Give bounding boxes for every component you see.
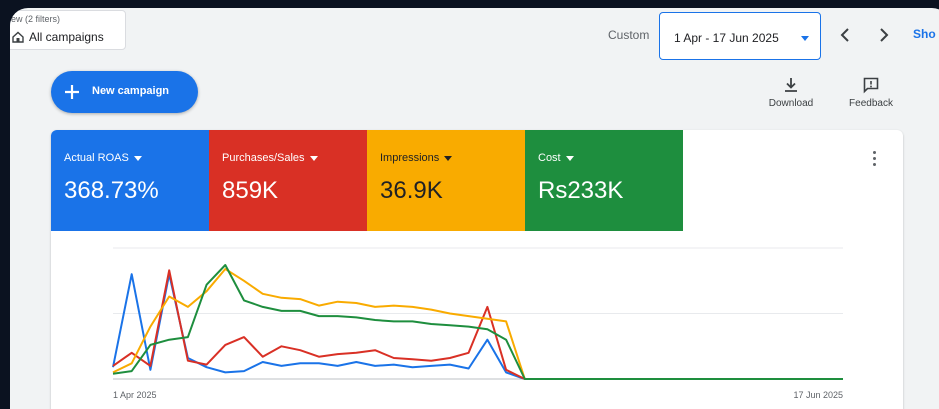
date-range-value: 1 Apr - 17 Jun 2025 — [674, 31, 779, 45]
dropdown-caret-icon — [801, 36, 809, 41]
performance-line-chart: 1 Apr 2025 17 Jun 2025 — [112, 247, 843, 400]
metric-name: Cost — [538, 152, 574, 164]
dropdown-caret-icon — [565, 155, 574, 161]
x-axis-start-label: 1 Apr 2025 — [113, 390, 157, 400]
metric-value: 368.73% — [64, 177, 159, 204]
metric-name: Impressions — [380, 152, 453, 164]
new-campaign-button[interactable]: New campaign — [51, 71, 198, 113]
home-icon — [12, 31, 24, 43]
next-period-button[interactable] — [871, 22, 897, 48]
campaign-scope-label: All campaigns — [29, 30, 104, 44]
feedback-button[interactable]: Feedback — [843, 76, 899, 109]
feedback-label: Feedback — [849, 98, 893, 109]
download-icon — [785, 78, 797, 92]
app-window: ew (2 filters) All campaigns Custom 1 Ap… — [10, 8, 939, 409]
dropdown-caret-icon — [444, 155, 453, 161]
download-button[interactable]: Download — [763, 76, 819, 109]
metric-tile-purchases[interactable]: Purchases/Sales 859K — [209, 130, 367, 231]
dropdown-caret-icon — [133, 155, 142, 161]
filter-view-chip[interactable]: ew (2 filters) All campaigns — [10, 10, 126, 50]
show-link[interactable]: Sho — [913, 27, 936, 41]
download-label: Download — [768, 98, 814, 109]
series-line — [112, 269, 843, 380]
metric-tile-impressions[interactable]: Impressions 36.9K — [367, 130, 525, 231]
series-line — [112, 264, 843, 380]
previous-period-button[interactable] — [832, 22, 858, 48]
metric-tile-cost[interactable]: Cost Rs233K — [525, 130, 683, 231]
more-options-icon[interactable] — [868, 151, 880, 171]
range-type-label: Custom — [608, 28, 650, 42]
metric-value: 859K — [222, 177, 279, 204]
new-campaign-label: New campaign — [92, 85, 170, 97]
plus-icon — [65, 85, 79, 99]
chevron-left-icon — [840, 28, 849, 42]
performance-card: Actual ROAS 368.73% Purchases/Sales 859K… — [51, 130, 903, 409]
feedback-icon — [863, 77, 879, 94]
date-range-select[interactable]: 1 Apr - 17 Jun 2025 — [659, 12, 821, 60]
filter-count-text: ew (2 filters) — [11, 14, 61, 24]
metric-value: Rs233K — [538, 177, 624, 204]
series-line — [112, 268, 843, 380]
metric-name: Purchases/Sales — [222, 152, 318, 164]
metric-name: Actual ROAS — [64, 152, 142, 164]
chart-series — [112, 264, 843, 380]
metric-value: 36.9K — [380, 177, 443, 204]
dropdown-caret-icon — [309, 155, 318, 161]
x-axis-end-label: 17 Jun 2025 — [793, 390, 843, 400]
metric-tile-roas[interactable]: Actual ROAS 368.73% — [51, 130, 209, 231]
chevron-right-icon — [880, 28, 889, 42]
series-line — [112, 273, 843, 380]
